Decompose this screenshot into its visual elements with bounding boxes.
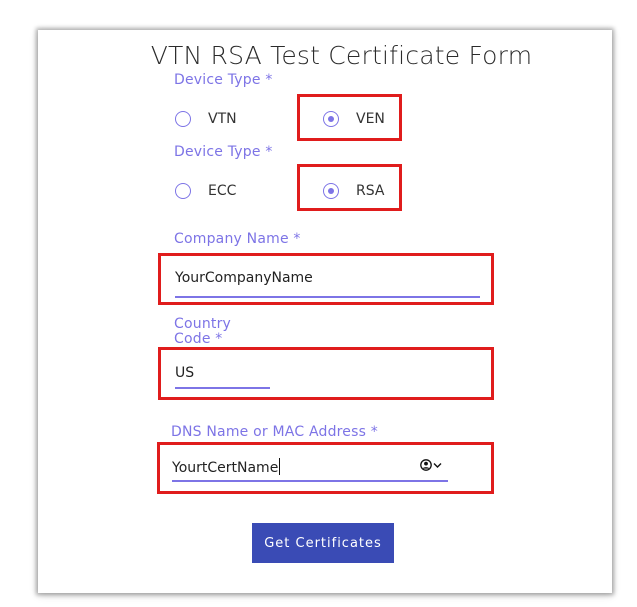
user-circle-icon <box>420 459 432 471</box>
radio-label-vtn: VTN <box>208 111 237 127</box>
radio-label-ecc: ECC <box>208 183 237 199</box>
radio-button-ecc[interactable] <box>175 183 191 199</box>
company-name-label: Company Name * <box>174 231 301 247</box>
radio-option-rsa[interactable]: RSA <box>323 183 384 199</box>
dns-name-label: DNS Name or MAC Address * <box>171 424 378 440</box>
radio-button-rsa[interactable] <box>323 183 339 199</box>
form-title: VTN RSA Test Certificate Form <box>150 41 533 70</box>
country-code-label: Country Code * <box>174 317 231 347</box>
radio-button-vtn[interactable] <box>175 111 191 127</box>
device-type-label-2: Device Type * <box>174 144 273 160</box>
radio-option-vtn[interactable]: VTN <box>175 111 237 127</box>
get-certificates-button[interactable]: Get Certificates <box>252 523 394 563</box>
company-name-underline <box>175 296 480 298</box>
radio-label-rsa: RSA <box>356 183 385 199</box>
device-type-label-1: Device Type * <box>174 72 273 88</box>
radio-option-ven[interactable]: VEN <box>323 111 385 127</box>
dns-name-input-value: YourtCertName <box>172 460 279 476</box>
dns-name-underline <box>172 480 448 482</box>
radio-label-ven: VEN <box>356 111 385 127</box>
country-code-label-line1: Country <box>174 316 232 332</box>
radio-option-ecc[interactable]: ECC <box>175 183 236 199</box>
autofill-button[interactable] <box>420 459 442 471</box>
country-code-input[interactable]: US <box>175 365 194 381</box>
highlight-box-country-code <box>158 347 494 400</box>
country-code-underline <box>175 387 270 389</box>
radio-button-ven[interactable] <box>323 111 339 127</box>
text-cursor <box>279 458 281 475</box>
dns-name-input[interactable]: YourtCertName <box>172 458 281 476</box>
company-name-input[interactable]: YourCompanyName <box>175 270 313 286</box>
chevron-down-icon <box>433 462 442 468</box>
country-code-label-line2: Code * <box>174 331 223 347</box>
